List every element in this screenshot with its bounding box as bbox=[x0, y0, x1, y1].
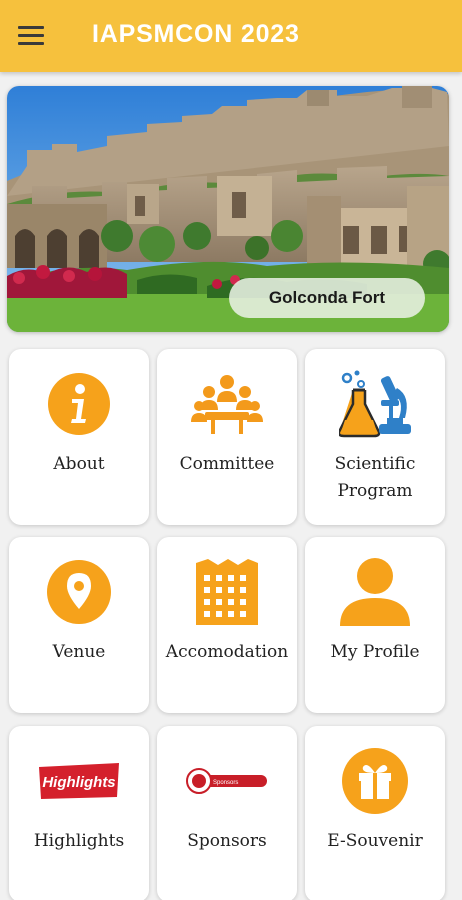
tile-label: Highlights bbox=[33, 831, 125, 851]
sponsors-logo-icon: Sponsors bbox=[157, 746, 297, 816]
location-pin-icon bbox=[9, 557, 149, 627]
tile-highlights[interactable]: Highlights Highlights bbox=[9, 726, 149, 900]
tile-my-profile[interactable]: My Profile bbox=[305, 537, 445, 713]
committee-meeting-icon bbox=[157, 369, 297, 439]
app-bar: IAPSMCON 2023 bbox=[0, 0, 462, 72]
tile-committee[interactable]: Committee bbox=[157, 349, 297, 525]
tile-label: Accomodation bbox=[165, 642, 289, 662]
tile-about[interactable]: About bbox=[9, 349, 149, 525]
lab-microscope-icon bbox=[305, 369, 445, 439]
building-icon bbox=[157, 557, 297, 627]
tile-sponsors[interactable]: Sponsors Sponsors bbox=[157, 726, 297, 900]
person-icon bbox=[305, 557, 445, 627]
tile-scientific-program[interactable]: Scientific Program bbox=[305, 349, 445, 525]
tile-label: Venue bbox=[52, 642, 106, 662]
highlights-logo-icon: Highlights bbox=[9, 746, 149, 816]
tile-label: Committee bbox=[179, 454, 275, 474]
tile-label: About bbox=[53, 454, 105, 474]
tile-label: Scientific Program bbox=[334, 454, 416, 501]
app-title: IAPSMCON 2023 bbox=[92, 20, 300, 48]
highlights-logo-text: Highlights bbox=[42, 774, 115, 791]
sponsors-logo-text: Sponsors bbox=[213, 780, 238, 786]
tile-label: E-Souvenir bbox=[327, 831, 423, 851]
tile-e-souvenir[interactable]: E-Souvenir bbox=[305, 726, 445, 900]
tile-label: My Profile bbox=[330, 642, 420, 662]
banner-caption: Golconda Fort bbox=[229, 278, 425, 318]
tile-label: Sponsors bbox=[187, 831, 267, 851]
hamburger-menu-icon[interactable] bbox=[18, 26, 44, 46]
tile-venue[interactable]: Venue bbox=[9, 537, 149, 713]
banner-image[interactable]: Golconda Fort bbox=[7, 86, 449, 332]
tile-accomodation[interactable]: Accomodation bbox=[157, 537, 297, 713]
gift-icon bbox=[305, 746, 445, 816]
info-icon bbox=[9, 369, 149, 439]
